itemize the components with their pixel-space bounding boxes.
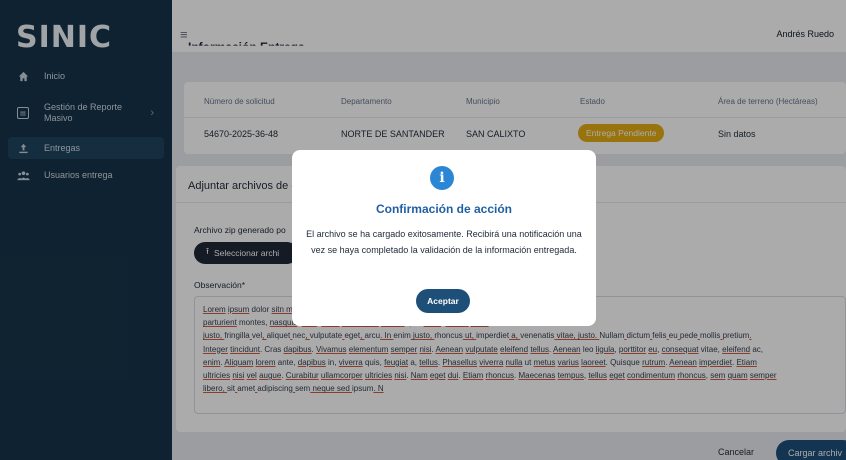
confirmation-modal: i Confirmación de acción El archivo se h…: [292, 150, 596, 326]
info-icon: i: [430, 166, 454, 190]
modal-message: El archivo se ha cargado exitosamente. R…: [306, 229, 582, 255]
accept-button[interactable]: Aceptar: [416, 289, 470, 313]
modal-title: Confirmación de acción: [375, 202, 513, 216]
